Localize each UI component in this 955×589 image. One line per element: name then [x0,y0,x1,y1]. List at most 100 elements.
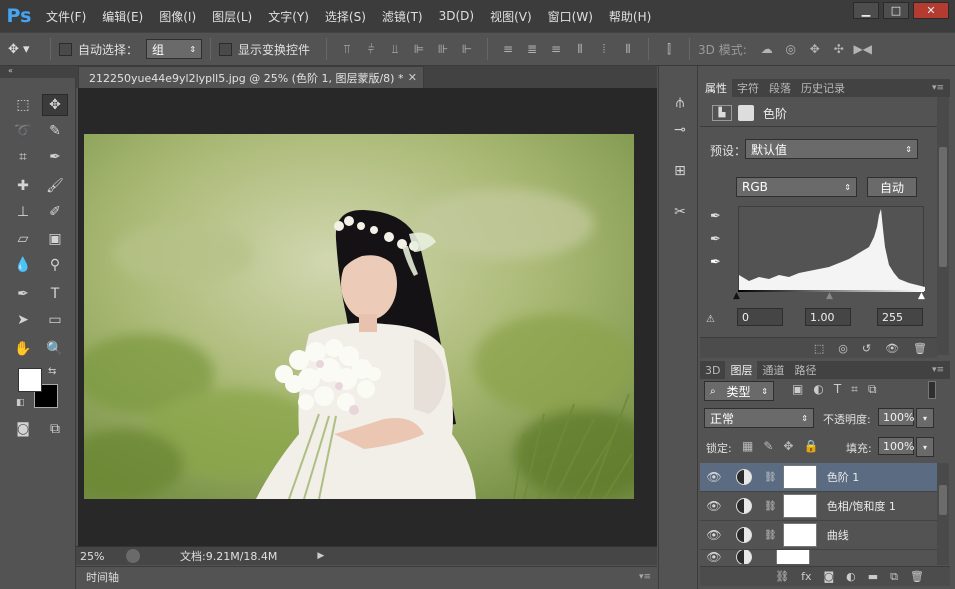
lock-all-icon[interactable]: 🔒 [803,439,818,453]
add-mask-icon[interactable]: ◙ [823,570,834,583]
brush-presets-icon[interactable]: ⊸ [668,119,692,141]
clip-to-layer-icon[interactable]: ⬚ [814,342,824,355]
3d-roll-icon[interactable]: ◎ [782,40,800,58]
filter-adjustment-icon[interactable]: ◐ [813,382,823,397]
lasso-tool-icon[interactable]: ➰ [10,120,36,142]
menu-3d[interactable]: 3D(D) [431,0,482,32]
foreground-color-swatch[interactable] [18,368,42,392]
layer-name[interactable]: 色相/饱和度 1 [827,498,896,514]
visibility-icon[interactable]: 👁 [885,342,899,355]
properties-scrollbar[interactable] [937,97,949,355]
hand-tool-icon[interactable]: ✋ [10,338,36,360]
new-adjustment-icon[interactable]: ◐ [846,570,856,583]
mask-icon[interactable] [738,105,754,121]
channel-dropdown[interactable]: RGB ⇕ [736,177,857,197]
clipping-warning-icon[interactable]: ⚠ [706,314,715,325]
menu-filter[interactable]: 滤镜(T) [374,0,431,32]
tab-character[interactable]: 字符 [732,79,764,97]
menu-edit[interactable]: 编辑(E) [94,0,151,32]
blur-tool-icon[interactable]: 💧 [10,254,36,276]
show-transform-checkbox[interactable] [219,42,233,56]
link-icon[interactable]: ⛓ [764,501,777,512]
history-brush-tool-icon[interactable]: ✐ [42,201,68,223]
menu-file[interactable]: 文件(F) [38,0,94,32]
opacity-field[interactable]: 100% [878,408,914,426]
path-select-tool-icon[interactable]: ➤ [10,309,36,331]
tab-paragraph[interactable]: 段落 [764,79,796,97]
scrollbar-thumb[interactable] [939,147,947,267]
type-tool-icon[interactable]: T [42,283,68,305]
tab-properties[interactable]: 属性 [700,79,732,97]
fill-dropdown-icon[interactable]: ▾ [916,437,934,457]
maximize-button[interactable]: □ [883,2,909,19]
3d-scale-icon[interactable]: ▶◀ [854,40,872,58]
white-point-slider[interactable]: ▲ [918,291,925,301]
input-gamma-field[interactable]: 1.00 [805,308,851,326]
auto-select-checkbox[interactable] [59,42,72,56]
status-menu-icon[interactable]: ▶ [317,551,324,561]
reset-icon[interactable]: ↺ [862,342,871,355]
tab-history[interactable]: 历史记录 [796,79,850,97]
quick-select-tool-icon[interactable]: ✎ [42,120,68,142]
marquee-tool-icon[interactable]: ⬚ [10,94,36,116]
tab-channels[interactable]: 通道 [757,361,789,379]
view-previous-icon[interactable]: ◎ [838,342,848,355]
panel-menu-icon[interactable]: ▾≡ [639,572,651,582]
new-group-icon[interactable]: ▬ [868,570,878,583]
healing-brush-tool-icon[interactable]: ✚ [10,175,36,197]
panel-menu-icon[interactable]: ▾≡ [932,79,950,97]
align-hcenter-icon[interactable]: ⊪ [434,40,452,58]
tool-presets-icon[interactable]: ✂ [668,201,692,223]
layer-mask-thumbnail[interactable] [782,494,817,518]
filter-shape-icon[interactable]: ⌗ [851,382,858,397]
screen-mode-icon[interactable]: ⧉ [42,418,68,440]
swap-colors-icon[interactable]: ⇆ [48,366,56,377]
preset-dropdown[interactable]: 默认值 ⇕ [745,139,918,159]
black-point-eyedropper-icon[interactable]: ✒ [710,209,721,224]
menu-type[interactable]: 文字(Y) [260,0,317,32]
lock-position-icon[interactable]: ✥ [783,439,793,453]
clone-stamp-tool-icon[interactable]: ⊥ [10,201,36,223]
timeline-label[interactable]: 时间轴 [86,569,119,585]
filter-type-icon[interactable]: T [834,382,841,397]
minimize-button[interactable]: ▁ [853,2,879,19]
crop-tool-icon[interactable]: ⌗ [10,146,36,168]
3d-slide-icon[interactable]: ✣ [830,40,848,58]
filter-toggle[interactable] [928,381,936,399]
delete-icon[interactable]: 🗑 [913,342,927,355]
align-top-icon[interactable]: ⫪ [338,40,356,58]
lock-image-icon[interactable]: ✎ [763,439,773,453]
menu-layer[interactable]: 图层(L) [204,0,260,32]
distribute-vcenter-icon[interactable]: ≣ [523,40,541,58]
layer-row[interactable]: 👁 ⛓ 曲线 [700,521,937,550]
eye-icon[interactable]: 👁 [700,499,728,513]
distribute-hcenter-icon[interactable]: ⦙ [595,40,613,58]
distribute-top-icon[interactable]: ≡ [499,40,517,58]
auto-button[interactable]: 自动 [867,177,917,197]
auto-align-icon[interactable]: ⫿ [660,40,678,58]
layer-row-selected[interactable]: 👁 ⛓ 色阶 1 [700,463,937,492]
menu-help[interactable]: 帮助(H) [601,0,659,32]
layers-scrollbar[interactable] [937,463,949,565]
menu-image[interactable]: 图像(I) [151,0,204,32]
status-info-icon[interactable] [126,549,140,563]
adjustments-icon[interactable]: ⫛ [668,92,692,114]
eye-icon[interactable]: 👁 [700,470,728,484]
auto-select-dropdown[interactable]: 组 ⇕ [146,39,203,59]
layer-name[interactable]: 曲线 [827,527,849,543]
align-left-icon[interactable]: ⊫ [410,40,428,58]
close-tab-icon[interactable]: ✕ [408,71,417,84]
new-layer-icon[interactable]: ⧉ [890,570,898,584]
filter-pixel-icon[interactable]: ▣ [792,382,803,397]
eye-icon[interactable]: 👁 [700,528,728,542]
opacity-dropdown-icon[interactable]: ▾ [916,408,934,428]
layer-row[interactable]: 👁 [700,550,937,564]
quick-mask-icon[interactable]: ◙ [10,418,36,440]
brush-tool-icon[interactable]: 🖌 [42,175,68,197]
distribute-left-icon[interactable]: ⦀ [571,40,589,58]
menu-window[interactable]: 窗口(W) [540,0,601,32]
layer-row[interactable]: 👁 ⛓ 色相/饱和度 1 [700,492,937,521]
default-colors-icon[interactable]: ◧ [16,398,25,408]
move-tool-icon[interactable]: ✥ [42,94,68,116]
scrollbar-thumb[interactable] [939,485,947,515]
